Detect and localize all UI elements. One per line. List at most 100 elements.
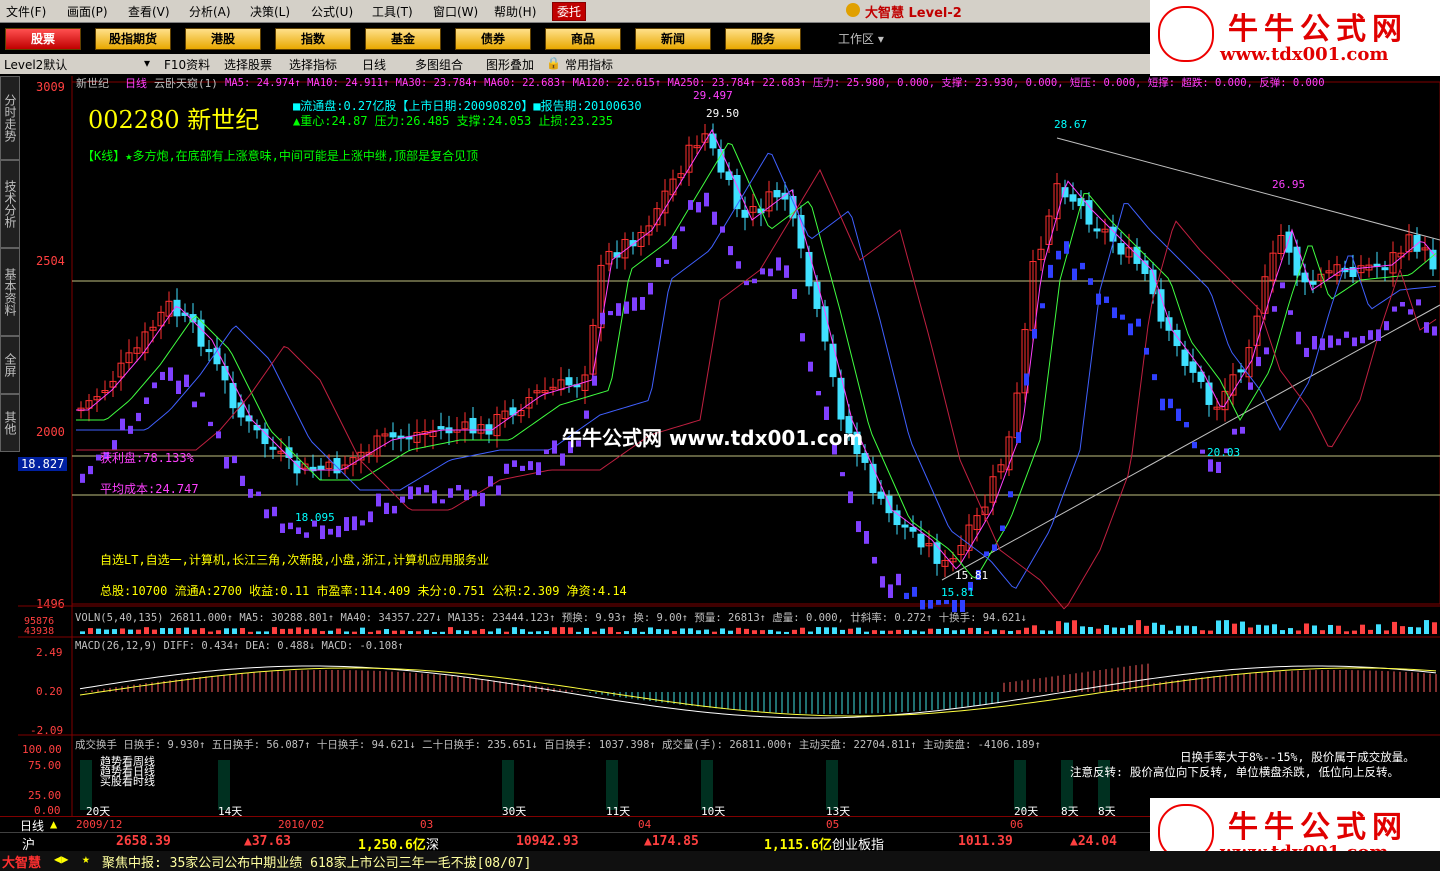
- layout-select[interactable]: Level2默认: [4, 56, 67, 73]
- nav-funds[interactable]: 基金: [365, 28, 441, 50]
- volume-bar: [424, 629, 429, 634]
- candle-body: [805, 251, 813, 287]
- indicator-bar: [368, 511, 373, 523]
- volume-bar: [296, 627, 301, 634]
- indicator-bar: [816, 390, 821, 396]
- menu-formula[interactable]: 公式(U): [311, 3, 353, 20]
- volume-bar: [1168, 630, 1173, 634]
- indicator-bar: [144, 397, 149, 404]
- indicator-bar: [264, 509, 269, 519]
- candle-body: [1189, 361, 1197, 373]
- volume-bar: [96, 628, 101, 634]
- indicator-bar: [840, 472, 845, 477]
- annotation: 18.095: [295, 511, 335, 524]
- indicator-bar: [760, 268, 765, 275]
- indicator-bar: [224, 457, 229, 469]
- menu-window[interactable]: 窗口(W): [433, 3, 478, 20]
- volume-bar: [1288, 628, 1293, 634]
- indicator-bar: [232, 455, 237, 464]
- indicator-bar: [1000, 525, 1005, 531]
- sh-value: 2658.39: [116, 834, 171, 849]
- candle-body: [893, 510, 901, 526]
- indicator-bar: [664, 259, 669, 264]
- multi-chart-button[interactable]: 多图组合: [415, 56, 463, 73]
- stock-name-header: 新世纪: [76, 77, 109, 90]
- volume-bar: [1128, 625, 1133, 634]
- indicator-bar: [256, 491, 261, 497]
- indicator-bar: [1168, 398, 1173, 409]
- indicator-bar: [1312, 336, 1317, 350]
- cyb-change: ▲24.04: [1070, 834, 1117, 849]
- nav-index[interactable]: 指数: [275, 28, 351, 50]
- arrows-icon[interactable]: ◀▶: [54, 852, 68, 866]
- legend-hourly: 买股看时线: [100, 775, 155, 788]
- turnover-indicator-line: 成交换手 日换手: 9.930↑ 五日换手: 56.087↑ 十日换手: 94.…: [75, 739, 1041, 751]
- candle-body: [485, 424, 493, 435]
- lock-icon[interactable]: 🔒: [546, 56, 561, 70]
- nav-bonds[interactable]: 债券: [455, 28, 531, 50]
- indicator-bar: [1248, 382, 1253, 390]
- volume-bar: [1424, 620, 1429, 634]
- menu-tools[interactable]: 工具(T): [372, 3, 413, 20]
- common-indicator-button[interactable]: 常用指标: [565, 56, 613, 73]
- menu-help[interactable]: 帮助(H): [494, 3, 536, 20]
- volume-bar: [208, 631, 213, 634]
- volume-bar: [656, 629, 661, 634]
- indicator-bar: [712, 211, 717, 225]
- nav-index-futures[interactable]: 股指期货: [95, 28, 171, 50]
- indicator-bar: [1104, 296, 1109, 303]
- indicator-bar: [696, 202, 701, 213]
- menu-decision[interactable]: 决策(L): [250, 3, 290, 20]
- menu-file[interactable]: 文件(F): [6, 3, 46, 20]
- menu-view-screen[interactable]: 画面(P): [67, 3, 108, 20]
- turnover-axis: 100.00: [22, 743, 62, 756]
- volume-bar: [440, 631, 445, 634]
- indicator-bar: [1032, 328, 1037, 339]
- cow-icon: [1158, 6, 1214, 62]
- select-indicator-button[interactable]: 选择指标: [289, 56, 337, 73]
- candle-body: [269, 446, 277, 450]
- nav-commodities[interactable]: 商品: [545, 28, 621, 50]
- nav-hk-stocks[interactable]: 港股: [185, 28, 261, 50]
- entrust-button[interactable]: 委托: [552, 2, 587, 21]
- volume-bar: [344, 631, 349, 634]
- volume-bar: [432, 631, 437, 634]
- nav-news[interactable]: 新闻: [635, 28, 711, 50]
- volume-bar: [784, 631, 789, 634]
- annotation: 20.03: [1207, 446, 1241, 459]
- workspace-label: 工作区: [838, 32, 875, 46]
- volume-bar: [776, 631, 781, 634]
- dropdown-icon[interactable]: ▾: [144, 56, 150, 70]
- volume-bar: [944, 627, 949, 634]
- menu-view[interactable]: 查看(V): [128, 3, 170, 20]
- workspace-menu[interactable]: 工作区 ▾: [838, 30, 884, 47]
- volume-bar: [1160, 624, 1165, 634]
- indicator-bar: [408, 486, 413, 500]
- volume-bar: [504, 631, 509, 634]
- date-tick: 2010/02: [278, 818, 325, 831]
- period-select[interactable]: 日线: [362, 56, 386, 73]
- f10-button[interactable]: F10资料: [164, 56, 210, 73]
- news-ticker[interactable]: 大智慧 ◀▶ ★ 聚焦中报: 35家公司公布中期业绩 618家上市公司三年一毛不…: [0, 851, 1440, 871]
- nav-stocks[interactable]: 股票: [5, 28, 81, 50]
- volume-bar: [936, 628, 941, 634]
- select-stock-button[interactable]: 选择股票: [224, 56, 272, 73]
- volume-bar: [1392, 621, 1397, 634]
- indicator-bar: [1096, 293, 1101, 305]
- candle-body: [389, 432, 397, 438]
- nav-services[interactable]: 服务: [725, 28, 801, 50]
- menu-analysis[interactable]: 分析(A): [189, 3, 231, 20]
- volume-bar: [1256, 624, 1261, 634]
- volume-bar: [1344, 631, 1349, 634]
- volume-bar: [272, 627, 277, 634]
- candle-body: [565, 377, 573, 386]
- volume-bar: [488, 631, 493, 634]
- turnover-axis: 75.00: [28, 759, 62, 772]
- indicator-bar: [160, 371, 165, 381]
- indicator-bar: [1232, 428, 1237, 435]
- volume-bar: [864, 631, 869, 634]
- volume-bar: [1312, 625, 1317, 634]
- indicator-bar: [384, 502, 389, 515]
- indicator-bar: [824, 406, 829, 420]
- overlay-button[interactable]: 图形叠加: [486, 56, 534, 73]
